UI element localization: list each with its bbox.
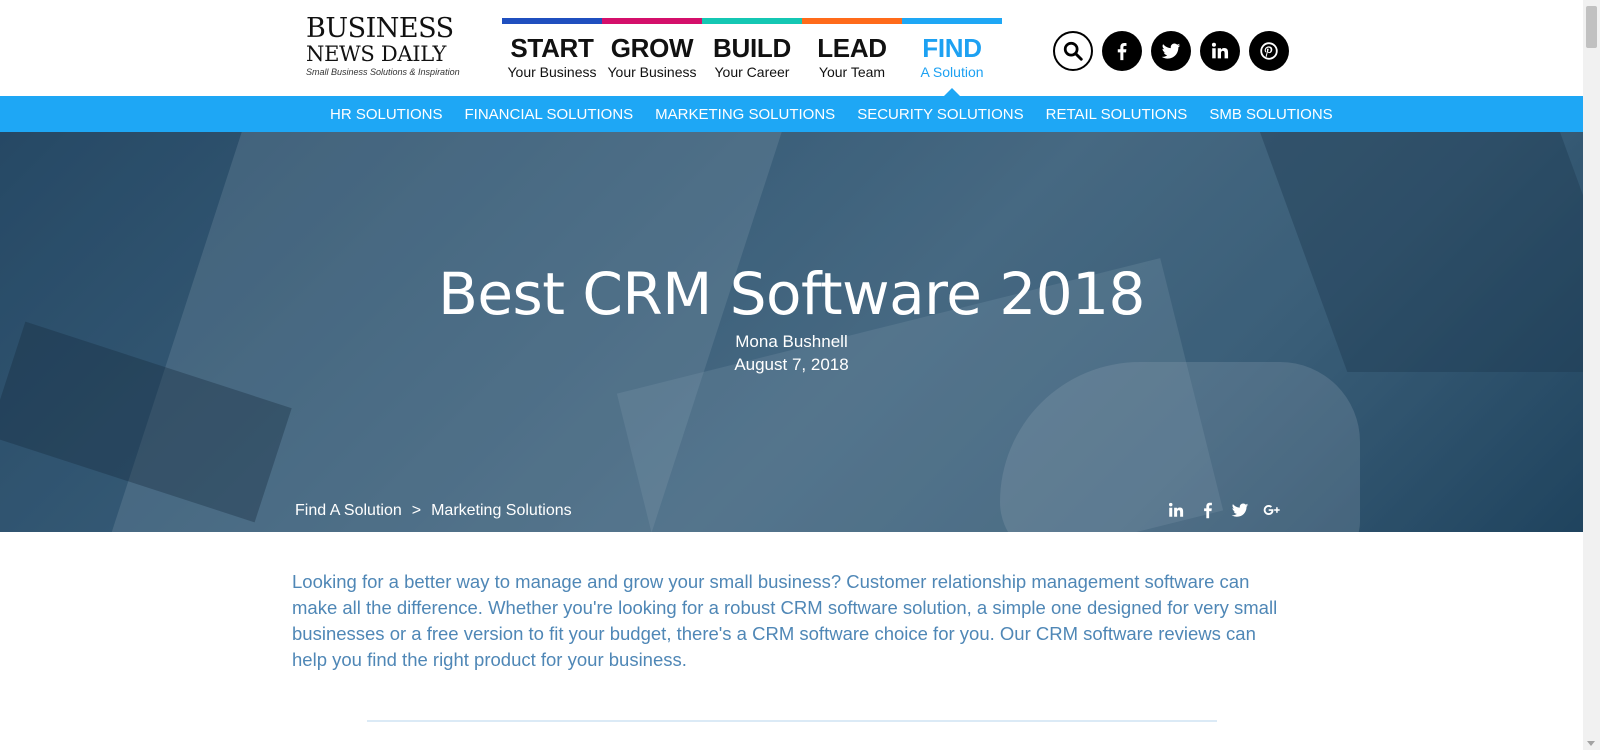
nav-sub-label: Your Business: [607, 64, 697, 80]
facebook-icon: [1204, 502, 1212, 519]
scroll-down-arrow-icon[interactable]: [1587, 741, 1595, 746]
subnav-item-marketing[interactable]: MARKETING SOLUTIONS: [655, 106, 835, 123]
solutions-subnav: HR SOLUTIONS FINANCIAL SOLUTIONS MARKETI…: [0, 96, 1583, 132]
linkedin-icon: [1169, 502, 1184, 517]
nav-color-bar: [602, 18, 702, 24]
logo-line2: NEWS DAILY: [306, 42, 447, 66]
subnav-item-hr[interactable]: HR SOLUTIONS: [330, 106, 443, 123]
site-logo[interactable]: BUSINESS NEWS DAILY Small Business Solut…: [306, 13, 466, 78]
twitter-icon: [1231, 503, 1249, 517]
google-plus-icon: [1263, 505, 1280, 515]
nav-item-build[interactable]: BUILD Your Career: [702, 18, 802, 96]
breadcrumb-link-marketing-solutions[interactable]: Marketing Solutions: [431, 502, 572, 520]
share-google-plus-button[interactable]: [1262, 500, 1282, 520]
scrollbar-thumb[interactable]: [1586, 6, 1597, 48]
logo-line1: BUSINESS: [306, 13, 454, 44]
social-links: [1053, 31, 1289, 71]
nav-color-bar: [902, 18, 1002, 24]
page-scrollbar[interactable]: [1583, 0, 1600, 750]
main-nav: START Your Business GROW Your Business B…: [502, 18, 1002, 96]
nav-color-bar: [802, 18, 902, 24]
subnav-item-financial[interactable]: FINANCIAL SOLUTIONS: [465, 106, 634, 123]
twitter-icon: [1161, 43, 1181, 59]
nav-item-find[interactable]: FIND A Solution: [902, 18, 1002, 96]
nav-main-label: LEAD: [817, 33, 887, 63]
hero-banner: Best CRM Software 2018 Mona Bushnell Aug…: [0, 132, 1583, 532]
nav-sub-label: Your Business: [507, 64, 597, 80]
section-divider: [367, 720, 1217, 722]
nav-sub-label: Your Team: [818, 64, 886, 80]
breadcrumb-separator: >: [411, 502, 422, 519]
subnav-item-smb[interactable]: SMB SOLUTIONS: [1209, 106, 1332, 123]
article-author[interactable]: Mona Bushnell: [0, 332, 1583, 352]
nav-main-label: BUILD: [713, 33, 791, 63]
facebook-button[interactable]: [1102, 31, 1142, 71]
site-header: BUSINESS NEWS DAILY Small Business Solut…: [0, 0, 1583, 96]
intro-paragraph: Looking for a better way to manage and g…: [292, 571, 1278, 670]
linkedin-button[interactable]: [1200, 31, 1240, 71]
nav-sub-label: Your Career: [714, 64, 790, 80]
nav-main-label: START: [510, 33, 594, 63]
logo-tagline: Small Business Solutions & Inspiration: [306, 67, 460, 77]
share-twitter-button[interactable]: [1230, 500, 1250, 520]
subnav-item-retail[interactable]: RETAIL SOLUTIONS: [1046, 106, 1188, 123]
twitter-button[interactable]: [1151, 31, 1191, 71]
breadcrumb-link-find-a-solution[interactable]: Find A Solution: [295, 502, 402, 520]
nav-item-start[interactable]: START Your Business: [502, 18, 602, 96]
nav-color-bar: [702, 18, 802, 24]
facebook-icon: [1117, 43, 1127, 61]
share-links: [1166, 500, 1282, 520]
nav-main-label: FIND: [922, 33, 982, 63]
page-title: Best CRM Software 2018: [438, 260, 1145, 328]
nav-color-bar: [502, 18, 602, 24]
nav-main-label: GROW: [610, 33, 694, 63]
nav-sub-label: A Solution: [920, 64, 984, 80]
nav-item-lead[interactable]: LEAD Your Team: [802, 18, 902, 96]
search-icon: [1063, 41, 1083, 61]
pinterest-button[interactable]: [1249, 31, 1289, 71]
article-date: August 7, 2018: [734, 355, 849, 374]
share-facebook-button[interactable]: [1198, 500, 1218, 520]
nav-item-grow[interactable]: GROW Your Business: [602, 18, 702, 96]
search-button[interactable]: [1053, 31, 1093, 71]
subnav-list: HR SOLUTIONS FINANCIAL SOLUTIONS MARKETI…: [330, 96, 1355, 132]
breadcrumb: Find A Solution > Marketing Solutions: [295, 502, 572, 520]
subnav-item-security[interactable]: SECURITY SOLUTIONS: [857, 106, 1023, 123]
active-caret-icon: [944, 88, 960, 96]
linkedin-icon: [1211, 42, 1229, 59]
share-linkedin-button[interactable]: [1166, 500, 1186, 520]
pinterest-icon: [1260, 42, 1278, 60]
